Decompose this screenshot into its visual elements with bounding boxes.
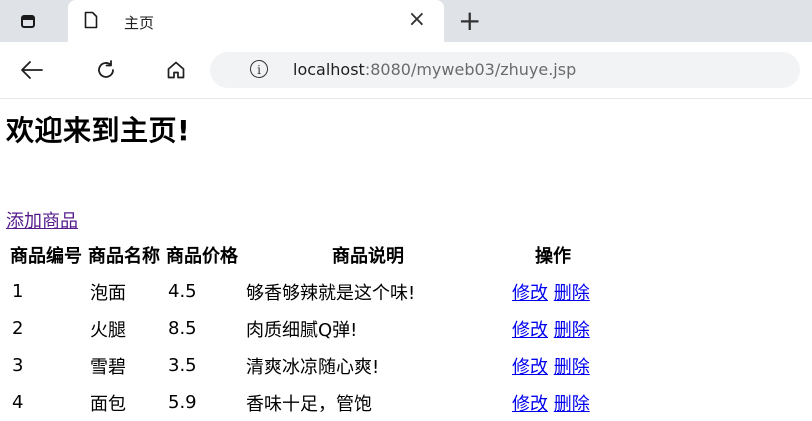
table-row: 4 面包 5.9 香味十足，管饱 修改 删除 bbox=[8, 384, 610, 421]
address-bar-row: i localhost:8080/myweb03/zhuye.jsp bbox=[0, 42, 812, 99]
url-field[interactable]: i localhost:8080/myweb03/zhuye.jsp bbox=[210, 52, 800, 88]
tab-strip: 主页 × + bbox=[0, 0, 812, 42]
back-arrow-icon[interactable] bbox=[18, 56, 46, 84]
delete-link[interactable]: 删除 bbox=[554, 394, 590, 415]
tab-title: 主页 bbox=[124, 14, 155, 32]
cell-actions: 修改 删除 bbox=[496, 347, 610, 384]
delete-link[interactable]: 删除 bbox=[554, 320, 590, 341]
table-row: 1 泡面 4.5 够香够辣就是这个味! 修改 删除 bbox=[8, 273, 610, 310]
cell-actions: 修改 删除 bbox=[496, 384, 610, 421]
edit-link[interactable]: 修改 bbox=[512, 394, 548, 415]
cell-id: 1 bbox=[12, 281, 24, 302]
home-icon[interactable] bbox=[162, 56, 190, 84]
table-header-row: 商品编号 商品名称 商品价格 商品说明 操作 bbox=[8, 237, 610, 273]
cell-name: 火腿 bbox=[90, 319, 126, 341]
cell-id: 3 bbox=[12, 355, 24, 376]
cell-desc: 香味十足，管饱 bbox=[246, 393, 372, 415]
cell-desc: 够香够辣就是这个味! bbox=[246, 282, 416, 304]
product-table: 商品编号 商品名称 商品价格 商品说明 操作 1 泡面 4.5 够香够辣就是这个… bbox=[6, 237, 612, 421]
column-header-price: 商品价格 bbox=[166, 246, 238, 267]
column-header-name: 商品名称 bbox=[88, 246, 160, 267]
tab-actions-icon[interactable] bbox=[14, 9, 42, 33]
close-icon[interactable]: × bbox=[408, 8, 426, 32]
delete-link[interactable]: 删除 bbox=[554, 283, 590, 304]
url-text: localhost:8080/myweb03/zhuye.jsp bbox=[293, 60, 576, 79]
column-header-desc: 商品说明 bbox=[332, 246, 404, 267]
cell-actions: 修改 删除 bbox=[496, 273, 610, 310]
column-header-id: 商品编号 bbox=[10, 246, 82, 267]
table-row: 2 火腿 8.5 肉质细腻Q弹! 修改 删除 bbox=[8, 310, 610, 347]
active-tab[interactable]: 主页 × bbox=[68, 0, 444, 42]
delete-link[interactable]: 删除 bbox=[554, 357, 590, 378]
cell-id: 2 bbox=[12, 318, 24, 339]
cell-price: 5.9 bbox=[168, 392, 197, 413]
cell-name: 雪碧 bbox=[90, 356, 126, 378]
page-icon bbox=[84, 11, 98, 29]
cell-price: 8.5 bbox=[168, 318, 197, 339]
edit-link[interactable]: 修改 bbox=[512, 320, 548, 341]
cell-id: 4 bbox=[12, 392, 24, 413]
cell-desc: 肉质细腻Q弹! bbox=[246, 319, 358, 341]
plus-icon[interactable]: + bbox=[458, 7, 481, 35]
reload-icon[interactable] bbox=[92, 56, 120, 84]
cell-price: 3.5 bbox=[168, 355, 197, 376]
page-title: 欢迎来到主页! bbox=[6, 114, 191, 147]
cell-price: 4.5 bbox=[168, 281, 197, 302]
cell-desc: 清爽冰凉随心爽! bbox=[246, 356, 380, 378]
add-product-link[interactable]: 添加商品 bbox=[6, 207, 78, 233]
url-path: :8080/myweb03/zhuye.jsp bbox=[364, 60, 577, 79]
cell-name: 泡面 bbox=[90, 282, 126, 304]
cell-actions: 修改 删除 bbox=[496, 310, 610, 347]
edit-link[interactable]: 修改 bbox=[512, 357, 548, 378]
url-host: localhost bbox=[293, 60, 365, 79]
column-header-actions: 操作 bbox=[535, 246, 571, 267]
edit-link[interactable]: 修改 bbox=[512, 283, 548, 304]
table-row: 3 雪碧 3.5 清爽冰凉随心爽! 修改 删除 bbox=[8, 347, 610, 384]
cell-name: 面包 bbox=[90, 393, 126, 415]
info-icon[interactable]: i bbox=[250, 60, 268, 78]
